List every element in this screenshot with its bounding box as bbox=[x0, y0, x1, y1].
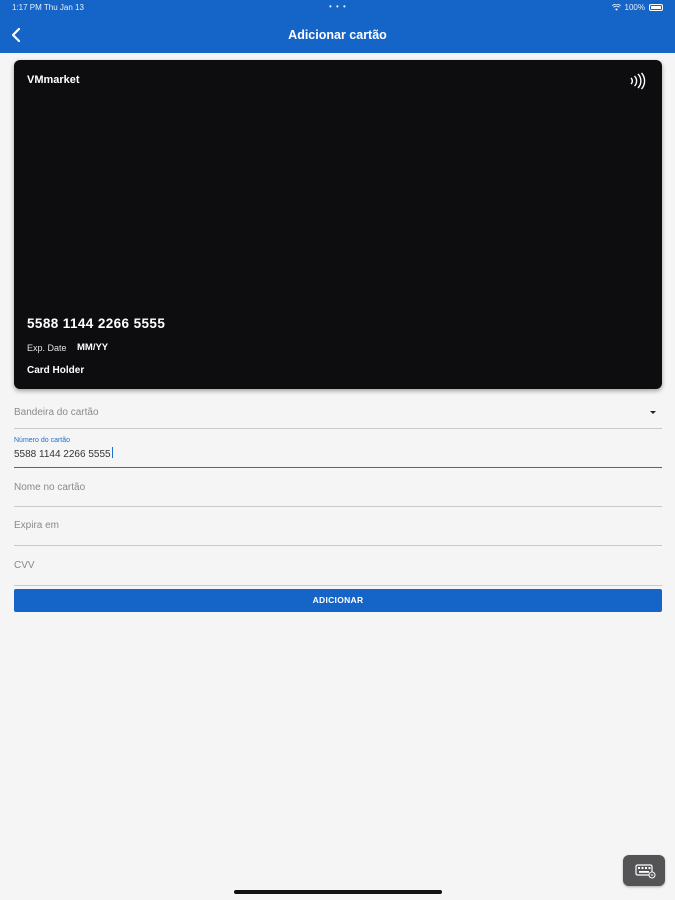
cvv-placeholder: CVV bbox=[14, 560, 35, 571]
page-title: Adicionar cartão bbox=[288, 28, 387, 42]
card-name-placeholder: Nome no cartão bbox=[14, 482, 86, 493]
status-time: 1:17 PM Thu Jan 13 bbox=[12, 3, 84, 12]
card-number-label: Número do cartão bbox=[14, 437, 71, 444]
exp-date-label: Exp. Date bbox=[27, 343, 67, 353]
contactless-icon bbox=[630, 72, 646, 90]
card-name-field[interactable]: Nome no cartão bbox=[14, 470, 662, 507]
add-card-button[interactable]: ADICIONAR bbox=[14, 589, 662, 612]
app-bar: 1:17 PM Thu Jan 13 • • • 100% Adicionar … bbox=[0, 0, 675, 53]
card-number-field[interactable]: Número do cartão 5588 1144 2266 5555 bbox=[14, 432, 662, 468]
card-number-input-text: 5588 1144 2266 5555 bbox=[14, 449, 111, 460]
card-number: 5588 1144 2266 5555 bbox=[27, 316, 166, 331]
card-brand: VMmarket bbox=[27, 74, 80, 86]
cvv-field[interactable]: CVV bbox=[14, 548, 662, 586]
status-right: 100% bbox=[611, 3, 663, 12]
card-preview: VMmarket 5588 1144 2266 5555 Exp. Date M… bbox=[14, 60, 662, 389]
expiry-placeholder: Expira em bbox=[14, 520, 60, 531]
keyboard-icon bbox=[635, 864, 656, 879]
status-dots: • • • bbox=[329, 2, 347, 11]
wifi-icon bbox=[611, 4, 621, 11]
status-bar: 1:17 PM Thu Jan 13 • • • 100% bbox=[0, 0, 675, 16]
dropdown-arrow-icon bbox=[650, 411, 656, 414]
text-caret bbox=[111, 447, 113, 458]
exp-date-value: MM/YY bbox=[77, 342, 109, 353]
battery-percent: 100% bbox=[624, 3, 645, 12]
card-number-input-value: 5588 1144 2266 5555 bbox=[14, 447, 113, 460]
card-flag-select[interactable]: Bandeira do cartão bbox=[14, 398, 662, 429]
card-holder: Card Holder bbox=[27, 365, 85, 376]
battery-icon bbox=[649, 4, 663, 11]
card-flag-placeholder: Bandeira do cartão bbox=[14, 407, 99, 418]
expiry-field[interactable]: Expira em bbox=[14, 508, 662, 546]
home-indicator[interactable] bbox=[234, 890, 442, 894]
keyboard-toggle-button[interactable] bbox=[623, 855, 665, 886]
